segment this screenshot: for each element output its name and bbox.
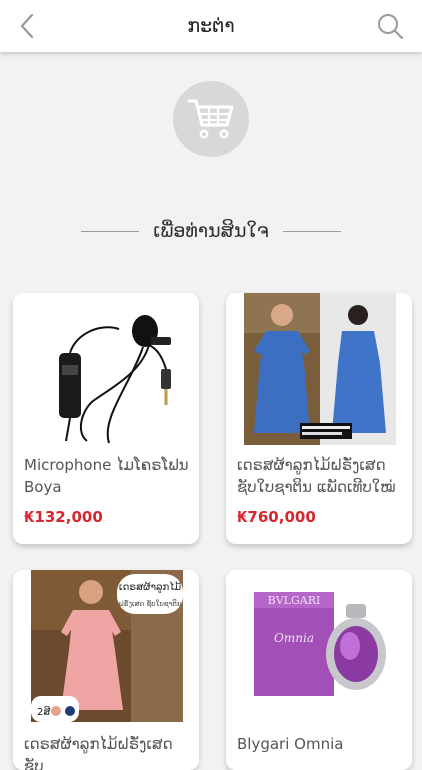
product-card[interactable]: ເດຣສຜ້າລູກໄມ້ຝຣັ່ງເສດ ຊັບໃບຊາຕິນ ແພັດເທີ… [226,293,412,544]
chevron-left-icon[interactable] [14,12,42,40]
image-product-text: Omnia [274,631,314,645]
product-name: ເດຣສຜ້າລູກໄມ້ຝຣັ່ງເສດ ຊັບໃບຊາຕິນ ແພັດເທີ… [237,456,396,496]
product-image-pink-dress: ເດຣສຜ້າລູກໄມ້ ຝຣັ່ງເສດ ຊັບໃບຊາຕິນ 2ສີ [31,570,183,722]
product-image-perfume: BVLGARI Omnia [244,570,396,722]
product-card[interactable]: ເດຣສຜ້າລູກໄມ້ ຝຣັ່ງເສດ ຊັບໃບຊາຕິນ 2ສີ ເດ… [13,570,199,770]
product-name: Microphone ໄມໂຄຣໂຟນ Boya [24,456,189,496]
product-card[interactable]: Microphone ໄມໂຄຣໂຟນ Boya ₭132,000 [13,293,199,544]
page-title: ກະຕ່າ [187,15,235,37]
recommended-section-header: ເພື່ອທ່ານສິນໃຈ [0,216,422,246]
image-color-count: 2ສີ [37,705,50,718]
divider-right [282,230,341,232]
product-name: Blygari Omnia [237,735,344,753]
image-banner-text: ເດຣສຜ້າລູກໄມ້ [119,580,181,593]
product-name: ເດຣສຜ້າລູກໄມ້ຝຣັ່ງເສດ ຊັບ [24,735,173,770]
image-brand-text: BVLGARI [268,594,321,607]
product-price: ₭132,000 [24,508,103,526]
image-banner-subtext: ຝຣັ່ງເສດ ຊັບໃບຊາຕິນ [118,599,181,608]
product-image-microphone [31,293,183,445]
product-card[interactable]: BVLGARI Omnia Blygari Omnia [226,570,412,770]
section-title: ເພື່ອທ່ານສິນໃຈ [153,220,269,242]
search-icon[interactable] [376,12,404,40]
empty-cart-illustration [173,81,249,157]
product-price: ₭760,000 [237,508,316,526]
product-image-blue-dress [244,293,396,445]
top-bar: ກະຕ່າ [0,0,422,52]
shopping-cart-icon [187,99,234,139]
divider-left [81,230,140,232]
